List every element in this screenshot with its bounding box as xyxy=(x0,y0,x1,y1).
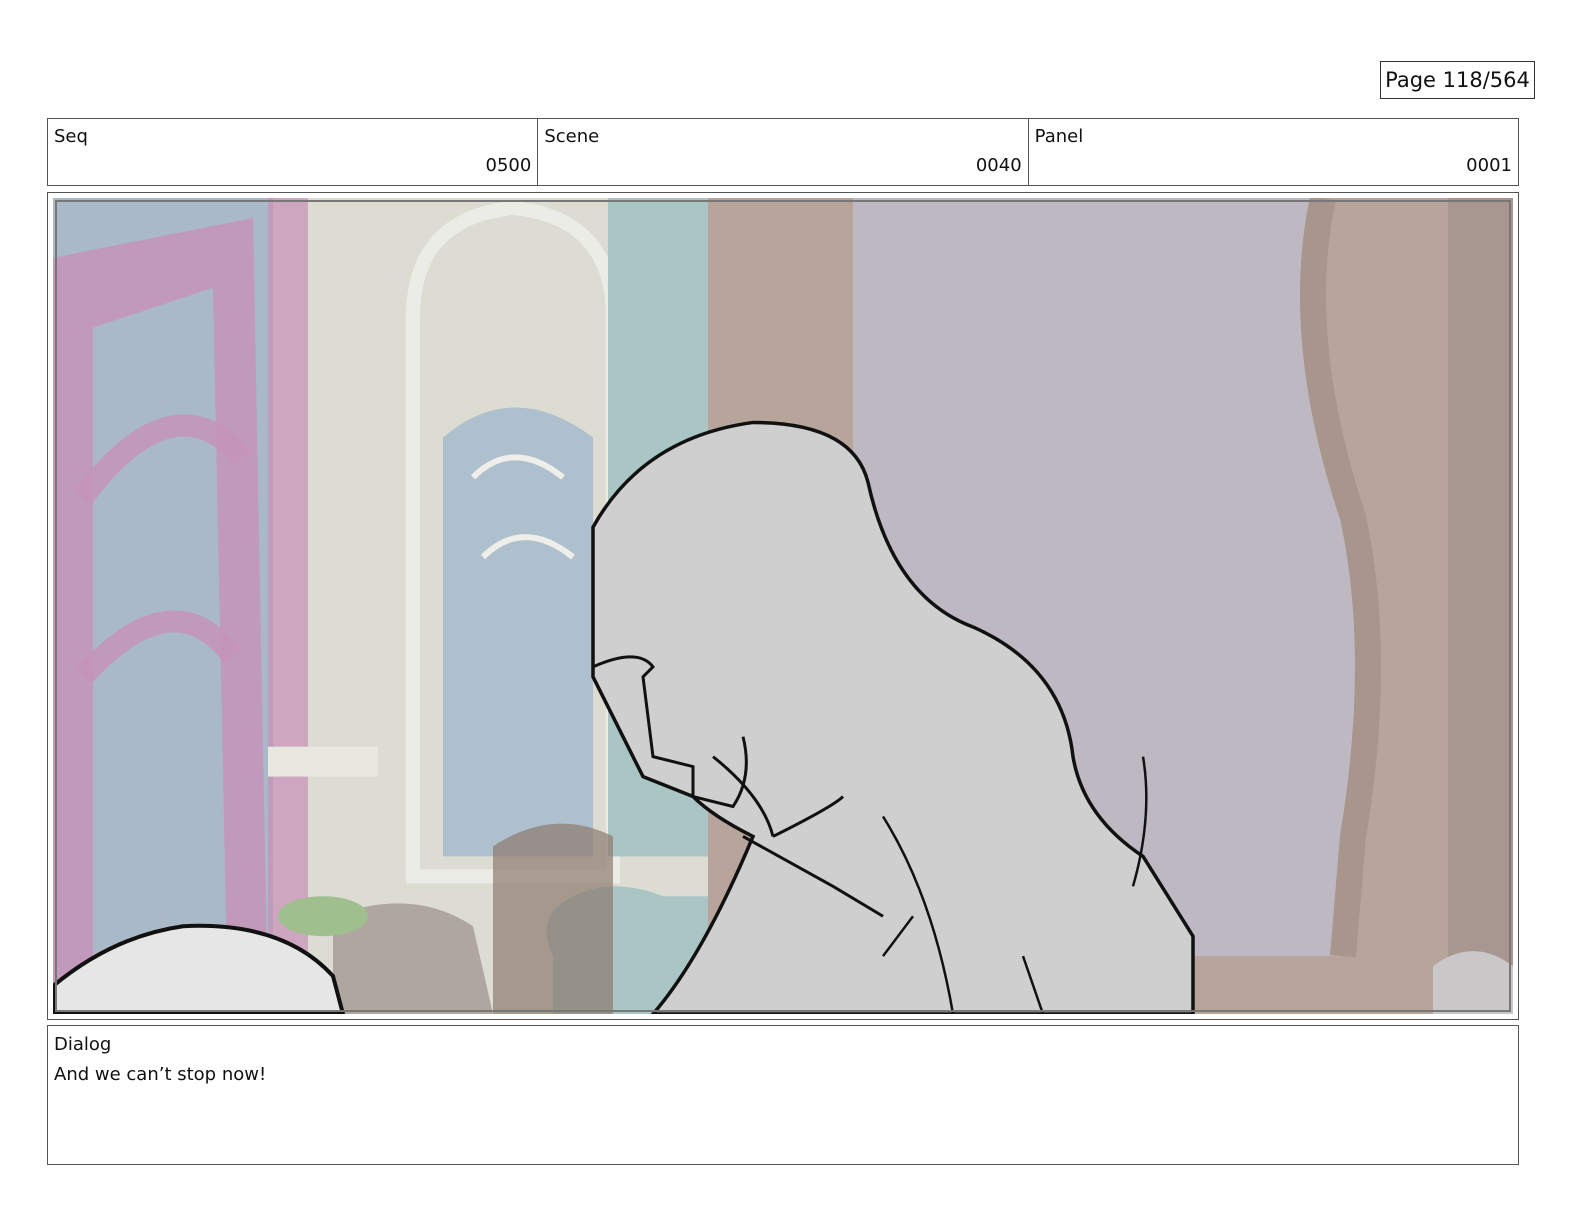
seq-value: 0500 xyxy=(485,155,532,176)
dialog-label: Dialog xyxy=(54,1034,112,1055)
scene-label: Scene xyxy=(544,126,600,147)
page-number: Page 118/564 xyxy=(1380,61,1535,99)
panel-label: Panel xyxy=(1034,126,1084,147)
scene-cell: Scene 0040 xyxy=(538,119,1029,185)
scene-value: 0040 xyxy=(975,155,1022,176)
storyboard-drawing xyxy=(53,198,1513,1014)
scene-illustration xyxy=(53,198,1513,1014)
storyboard-frame xyxy=(47,192,1519,1020)
storyboard-header: Seq 0500 Scene 0040 Panel 0001 xyxy=(47,118,1519,186)
panel-value: 0001 xyxy=(1466,155,1512,176)
dialog-box: Dialog And we can’t stop now! xyxy=(47,1025,1519,1165)
seq-label: Seq xyxy=(54,126,88,147)
panel-cell: Panel 0001 xyxy=(1029,119,1518,185)
dialog-text: And we can’t stop now! xyxy=(54,1064,267,1085)
seq-cell: Seq 0500 xyxy=(48,119,539,185)
